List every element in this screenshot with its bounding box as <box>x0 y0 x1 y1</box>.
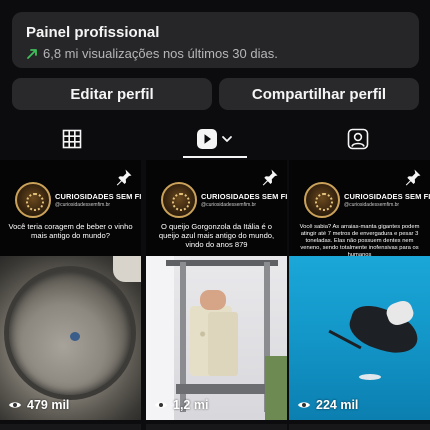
reel-caption: Você sabia? As arraias-manta gigantes po… <box>299 224 420 258</box>
brand-logo <box>304 182 340 218</box>
tab-selected-indicator <box>183 156 247 158</box>
view-count-text: 224 mil <box>316 398 359 412</box>
reel-caption: Você teria coragem de beber o vinho mais… <box>8 222 133 241</box>
eye-icon <box>155 402 167 408</box>
eye-icon <box>9 402 21 408</box>
reel-media <box>0 256 141 420</box>
reel-thumbnail[interactable]: CURIOSIDADES SEM FIM @curiosidadessemfim… <box>0 160 141 420</box>
reels-grid: CURIOSIDADES SEM FIM @curiosidadessemfim… <box>0 160 430 430</box>
reels-play-icon <box>197 129 232 149</box>
share-profile-button[interactable]: Compartilhar perfil <box>219 78 419 110</box>
brand-name: CURIOSIDADES SEM FIM <box>201 192 287 201</box>
eye-icon <box>298 402 310 408</box>
view-count-text: 479 mil <box>27 398 70 412</box>
tab-grid[interactable] <box>40 118 104 160</box>
next-row-thumbnail[interactable] <box>0 424 141 430</box>
brand-handle: @curiosidadessemfim.br <box>55 202 111 208</box>
professional-dashboard-card[interactable]: Painel profissional 6,8 mi visualizações… <box>12 12 419 68</box>
chevron-down-icon <box>222 136 232 142</box>
brand-name: CURIOSIDADES SEM FIM <box>344 192 430 201</box>
profile-tabs <box>0 118 430 160</box>
pin-icon <box>405 169 421 186</box>
view-count: 1,2 mi <box>154 398 208 412</box>
brand-logo <box>161 182 197 218</box>
next-row-thumbnail[interactable] <box>289 424 430 430</box>
pin-icon <box>262 169 278 186</box>
tagged-person-icon <box>347 128 369 150</box>
brand-handle: @curiosidadessemfim.br <box>201 202 257 208</box>
brand-handle: @curiosidadessemfim.br <box>344 202 400 208</box>
grid-icon <box>62 129 82 149</box>
tab-reels[interactable] <box>183 118 247 160</box>
next-row-thumbnail[interactable] <box>146 424 287 430</box>
reel-caption: O queijo Gorgonzola da Itália é o queijo… <box>158 222 275 250</box>
edit-profile-button[interactable]: Editar perfil <box>12 78 212 110</box>
view-count-text: 1,2 mi <box>173 398 209 412</box>
brand-name: CURIOSIDADES SEM FIM <box>55 192 141 201</box>
brand-logo <box>15 182 51 218</box>
reel-media <box>289 256 430 420</box>
dashboard-title: Painel profissional <box>26 24 160 41</box>
reel-thumbnail[interactable]: CURIOSIDADES SEM FIM @curiosidadessemfim… <box>289 160 430 420</box>
pin-icon <box>116 169 132 186</box>
view-count: 479 mil <box>8 398 69 412</box>
trend-up-arrow-icon <box>27 49 37 59</box>
reel-media <box>146 256 287 420</box>
dashboard-stats-row: 6,8 mi visualizações nos últimos 30 dias… <box>26 46 405 62</box>
view-count: 224 mil <box>297 398 358 412</box>
dashboard-stats-text: 6,8 mi visualizações nos últimos 30 dias… <box>43 46 278 61</box>
tab-tagged[interactable] <box>326 118 390 160</box>
reel-thumbnail[interactable]: CURIOSIDADES SEM FIM @curiosidadessemfim… <box>146 160 287 420</box>
